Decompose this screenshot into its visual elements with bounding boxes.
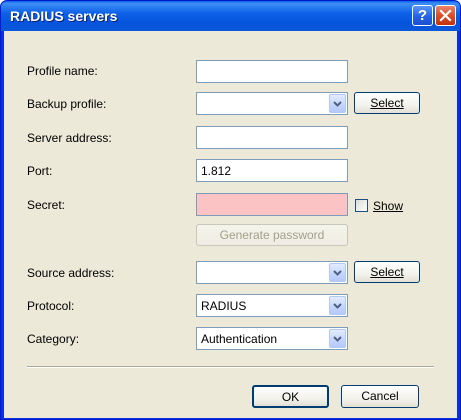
generate-password-label: Generate password <box>219 228 325 242</box>
close-icon <box>439 9 452 22</box>
protocol-combo[interactable]: RADIUS <box>196 294 348 317</box>
secret-label: Secret: <box>27 198 66 212</box>
chevron-down-icon <box>333 336 342 342</box>
backup-profile-label: Backup profile: <box>27 97 107 111</box>
generate-password-button[interactable]: Generate password <box>196 224 348 246</box>
backup-profile-select-button[interactable]: Select <box>354 92 420 114</box>
chevron-down-icon <box>333 270 342 276</box>
port-field[interactable] <box>196 159 348 182</box>
profile-name-field[interactable] <box>196 60 348 83</box>
backup-select-label: Select <box>370 96 404 110</box>
dialog-client-area: Profile name: Backup profile: Select Ser… <box>4 31 457 418</box>
show-secret-checkbox[interactable] <box>355 199 368 212</box>
cancel-label: Cancel <box>361 389 399 403</box>
source-address-label: Source address: <box>27 266 115 280</box>
help-button[interactable]: ? <box>412 5 433 26</box>
server-address-field[interactable] <box>196 126 348 149</box>
backup-profile-dropdown-button[interactable] <box>329 94 346 113</box>
help-icon: ? <box>417 7 428 24</box>
protocol-value: RADIUS <box>201 299 247 313</box>
category-value: Authentication <box>201 332 278 346</box>
backup-profile-combo[interactable] <box>196 92 348 115</box>
close-button[interactable] <box>435 5 456 26</box>
port-input[interactable] <box>197 160 347 181</box>
title-bar[interactable]: RADIUS servers ? <box>1 1 460 31</box>
server-address-input[interactable] <box>197 127 347 148</box>
profile-name-input[interactable] <box>197 61 347 82</box>
protocol-dropdown-button[interactable] <box>329 296 346 315</box>
source-address-combo[interactable] <box>196 261 348 284</box>
protocol-label: Protocol: <box>27 299 75 313</box>
server-address-label: Server address: <box>27 131 112 145</box>
ok-button[interactable]: OK <box>252 385 329 408</box>
footer-separator <box>27 366 434 368</box>
source-select-label: Select <box>370 265 404 279</box>
source-address-select-button[interactable]: Select <box>354 261 420 283</box>
radius-servers-dialog: RADIUS servers ? Profile name: Backup pr… <box>0 0 461 420</box>
category-dropdown-button[interactable] <box>329 329 346 348</box>
category-combo[interactable]: Authentication <box>196 327 348 350</box>
category-label: Category: <box>27 332 80 346</box>
chevron-down-icon <box>333 303 342 309</box>
profile-name-label: Profile name: <box>27 64 98 78</box>
show-secret-label[interactable]: Show <box>373 199 403 213</box>
secret-field[interactable] <box>196 193 348 216</box>
cancel-button[interactable]: Cancel <box>341 385 419 408</box>
ok-label: OK <box>281 390 300 404</box>
chevron-down-icon <box>333 101 342 107</box>
window-title: RADIUS servers <box>10 8 118 24</box>
port-label: Port: <box>27 164 53 178</box>
source-address-dropdown-button[interactable] <box>329 263 346 282</box>
secret-input[interactable] <box>197 194 347 215</box>
